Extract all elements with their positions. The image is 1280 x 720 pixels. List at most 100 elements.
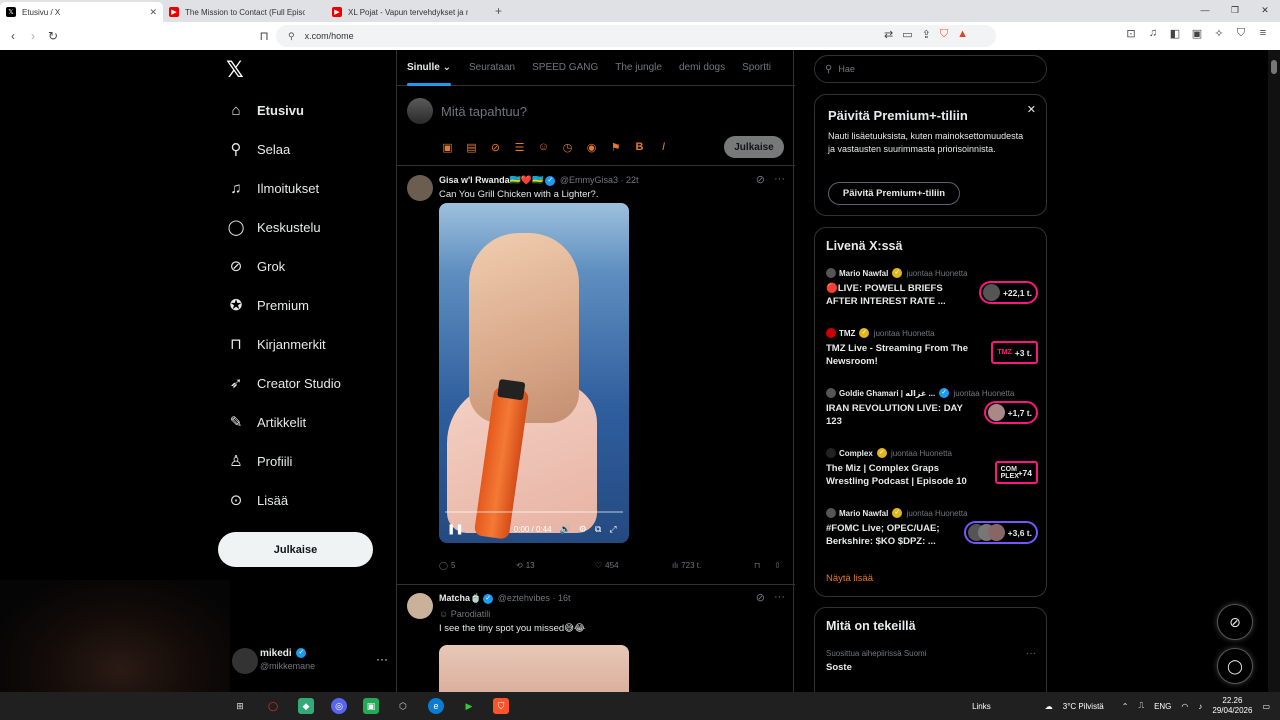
brave-icon[interactable]: ⛉ bbox=[493, 698, 509, 714]
app-icon[interactable]: ◆ bbox=[298, 698, 314, 714]
grok-icon[interactable]: ⊘ bbox=[489, 141, 502, 154]
chat-fab-icon[interactable]: ◯ bbox=[1217, 648, 1253, 684]
browser-tab[interactable]: ▶ XL Pojat - Vapun tervehdykset ja muut bbox=[326, 2, 489, 22]
new-tab-icon[interactable]: + bbox=[495, 4, 502, 18]
reader-icon[interactable]: ⊡ bbox=[1124, 27, 1138, 40]
notifications-icon[interactable]: ▭ bbox=[1262, 702, 1270, 711]
nav-item-notifications[interactable]: ♫ Ilmoitukset bbox=[226, 176, 319, 200]
tab-following[interactable]: Seurataan bbox=[469, 50, 515, 86]
tab-list[interactable]: SPEED GANG bbox=[532, 50, 598, 86]
like-button[interactable]: ♡ 454 bbox=[595, 561, 672, 570]
minimize-icon[interactable]: — bbox=[1190, 5, 1220, 15]
bold-icon[interactable]: B bbox=[633, 141, 646, 154]
vpn-icon[interactable]: ⛉ bbox=[1234, 27, 1248, 40]
live-item[interactable]: Mario Nawfal ✓ juontaa Huonetta 🔴LIVE: PO… bbox=[826, 268, 1038, 324]
translate-icon[interactable]: ⇄ bbox=[884, 28, 893, 41]
network-icon[interactable]: ⎍ bbox=[1138, 701, 1144, 711]
nav-item-chat[interactable]: ◯ Keskustelu bbox=[226, 215, 321, 239]
media-icon[interactable]: ♫ bbox=[1146, 27, 1160, 40]
avatar[interactable] bbox=[407, 593, 433, 619]
reload-icon[interactable]: ↻ bbox=[43, 29, 63, 43]
author-handle[interactable]: @eztehvibes bbox=[498, 593, 550, 603]
menu-icon[interactable]: ≡ bbox=[1256, 27, 1270, 40]
opera-icon[interactable]: ◯ bbox=[265, 698, 281, 714]
author-handle[interactable]: @EmmyGisa3 bbox=[560, 175, 618, 185]
nav-item-premium[interactable]: ✪ Premium bbox=[226, 293, 309, 317]
bookmark-button[interactable]: ⊓ bbox=[754, 561, 774, 570]
tweet[interactable]: Matcha🍵 ✓ @eztehvibes · 16t ⊘ ··· ☺ Parod… bbox=[397, 584, 795, 692]
pause-icon[interactable]: ❚❚ bbox=[447, 524, 464, 535]
live-item[interactable]: Goldie Ghamari | غزاله ... ✓ juontaa Huon… bbox=[826, 388, 1038, 444]
nav-item-explore[interactable]: ⚲ Selaa bbox=[226, 137, 291, 161]
compose-input[interactable]: Mitä tapahtuu? bbox=[441, 104, 527, 119]
cast-icon[interactable]: ▭ bbox=[902, 28, 912, 41]
live-item[interactable]: Complex ✓ juontaa Huonetta The Miz | Comp… bbox=[826, 448, 1038, 504]
video-player[interactable]: ❚❚ 0:00 / 0:44 🔊 ⚙ ⧉ ⤢ bbox=[439, 203, 629, 543]
poll-icon[interactable]: ☰ bbox=[513, 141, 526, 154]
more-dots-icon[interactable]: ··· bbox=[1026, 648, 1036, 659]
extensions-icon[interactable]: ✧ bbox=[1212, 27, 1226, 40]
location-icon[interactable]: ◉ bbox=[585, 141, 598, 154]
tab-list[interactable]: Sportti bbox=[742, 50, 771, 86]
show-more-link[interactable]: Näytä lisää bbox=[826, 573, 873, 584]
emoji-icon[interactable]: ☺ bbox=[537, 141, 550, 154]
nav-item-creator-studio[interactable]: ➶ Creator Studio bbox=[226, 371, 341, 395]
maximize-icon[interactable]: ❐ bbox=[1220, 5, 1250, 16]
grok-fab-icon[interactable]: ⊘ bbox=[1217, 604, 1253, 640]
fullscreen-icon[interactable]: ⤢ bbox=[609, 524, 616, 535]
more-dots-icon[interactable]: ··· bbox=[774, 173, 785, 186]
close-icon[interactable]: ✕ bbox=[1027, 103, 1036, 116]
grok-icon[interactable]: ⊘ bbox=[756, 173, 765, 186]
browser-tab[interactable]: ▶ The Mission to Contact (Full Episode bbox=[163, 2, 326, 22]
links-toolbar[interactable]: Links bbox=[972, 702, 991, 711]
x-logo-icon[interactable]: 𝕏 bbox=[226, 58, 244, 83]
more-dots-icon[interactable]: ··· bbox=[774, 591, 785, 604]
edge-icon[interactable]: e bbox=[428, 698, 444, 714]
nav-item-bookmarks[interactable]: ⊓ Kirjanmerkit bbox=[226, 332, 325, 356]
image-icon[interactable]: ▣ bbox=[441, 141, 454, 154]
forward-icon[interactable]: › bbox=[23, 29, 43, 43]
bookmark-page-icon[interactable]: ⊓ bbox=[254, 29, 274, 43]
tweet-time[interactable]: 16t bbox=[558, 593, 571, 603]
browser-tab-active[interactable]: 𝕏 Etusivu / X ✕ bbox=[0, 2, 163, 22]
wallet-icon[interactable]: ▣ bbox=[1190, 27, 1204, 40]
nav-item-grok[interactable]: ⊘ Grok bbox=[226, 254, 285, 278]
live-item[interactable]: Mario Nawfal ✓ juontaa Huonetta #FOMC Liv… bbox=[826, 508, 1038, 564]
sidebar-icon[interactable]: ◧ bbox=[1168, 27, 1182, 40]
clock[interactable]: 22.26 29/04/2026 bbox=[1212, 696, 1252, 716]
share-button[interactable]: ⇧ bbox=[774, 561, 781, 570]
pip-icon[interactable]: ⧉ bbox=[595, 524, 601, 535]
scrollbar[interactable] bbox=[1268, 50, 1280, 692]
share-icon[interactable]: ⇪ bbox=[922, 28, 931, 41]
back-icon[interactable]: ‹ bbox=[3, 29, 23, 43]
author-name[interactable]: Gisa w'l Rwanda bbox=[439, 175, 510, 185]
avatar[interactable] bbox=[407, 175, 433, 201]
views-button[interactable]: ılı 723 t. bbox=[672, 561, 754, 570]
tab-list[interactable]: The jungle bbox=[615, 50, 662, 86]
account-switcher[interactable]: mikedi ✓ @mikkemane ··· bbox=[232, 646, 392, 682]
wifi-icon[interactable]: ◠ bbox=[1181, 702, 1188, 711]
schedule-icon[interactable]: ◷ bbox=[561, 141, 574, 154]
post-button[interactable]: Julkaise bbox=[218, 532, 373, 567]
discord-icon[interactable]: ◎ bbox=[331, 698, 347, 714]
video-progress-bar[interactable] bbox=[445, 511, 623, 513]
tweet-time[interactable]: 22t bbox=[626, 175, 639, 185]
more-dots-icon[interactable]: ··· bbox=[376, 652, 388, 666]
live-item[interactable]: TMZ ✓ juontaa Huonetta TMZ Live - Streami… bbox=[826, 328, 1038, 384]
chevron-up-icon[interactable]: ⌃ bbox=[1122, 702, 1129, 711]
repost-button[interactable]: ⟲ 13 bbox=[516, 561, 595, 570]
brave-rewards-icon[interactable]: ▲ bbox=[957, 28, 968, 41]
scrollbar-thumb[interactable] bbox=[1271, 60, 1277, 74]
tab-for-you[interactable]: Sinulle ⌄ bbox=[407, 50, 451, 86]
flag-icon[interactable]: ⚑ bbox=[609, 141, 622, 154]
grok-icon[interactable]: ⊘ bbox=[756, 591, 765, 604]
close-tab-icon[interactable]: ✕ bbox=[149, 7, 157, 18]
app-icon[interactable]: ▣ bbox=[363, 698, 379, 714]
nav-item-more[interactable]: ⊙ Lisää bbox=[226, 488, 288, 512]
play-icon[interactable]: ▶ bbox=[461, 698, 477, 714]
italic-icon[interactable]: I bbox=[657, 141, 670, 154]
trend-topic[interactable]: Soste bbox=[826, 662, 852, 673]
settings-icon[interactable]: ⚙ bbox=[579, 524, 587, 535]
nav-item-home[interactable]: ⌂ Etusivu bbox=[226, 98, 304, 122]
author-name[interactable]: Matcha bbox=[439, 593, 470, 603]
